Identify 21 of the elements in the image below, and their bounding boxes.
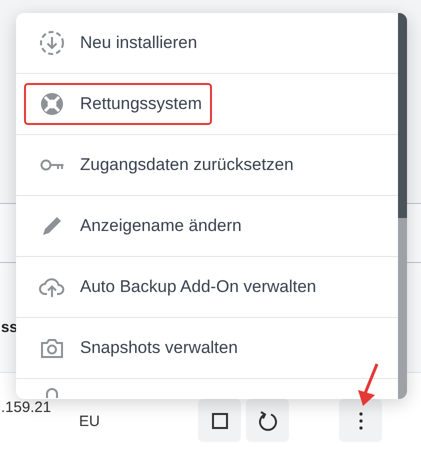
- download-icon: [38, 29, 66, 57]
- scrollbar-thumb[interactable]: [398, 13, 407, 218]
- menu-label: Rettungssystem: [80, 94, 202, 114]
- lock-icon: [44, 388, 60, 398]
- stop-icon: [212, 412, 228, 428]
- menu-label: Anzeigename ändern: [80, 216, 242, 236]
- lifebuoy-icon: [38, 90, 66, 118]
- region-text: EU: [79, 413, 100, 430]
- restart-button[interactable]: [246, 399, 289, 442]
- more-button[interactable]: [339, 399, 382, 442]
- more-icon: [358, 412, 362, 430]
- stop-button[interactable]: [198, 399, 241, 442]
- menu-item[interactable]: Rettungssystem: [16, 74, 398, 135]
- scrollbar[interactable]: [398, 13, 407, 399]
- menu-label: Zugangsdaten zurücksetzen: [80, 155, 294, 175]
- menu-label: Neu installieren: [80, 33, 198, 53]
- menu-label: Auto Backup Add-On verwalten: [80, 277, 316, 297]
- menu-item[interactable]: Snapshots verwalten: [16, 318, 398, 379]
- restart-icon: [256, 408, 278, 432]
- menu-label: Snapshots verwalten: [80, 338, 238, 358]
- ip-address: .159.21: [1, 399, 52, 416]
